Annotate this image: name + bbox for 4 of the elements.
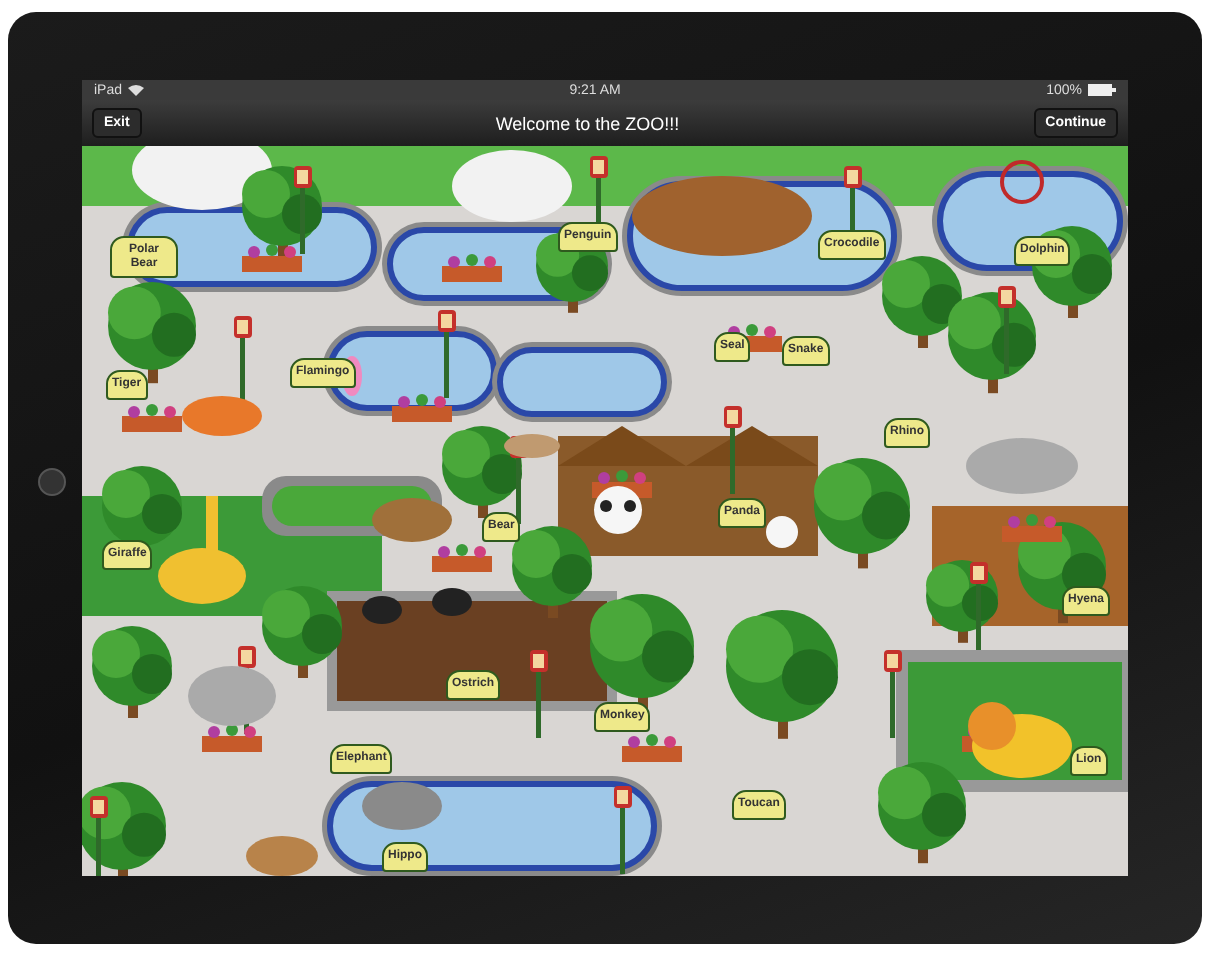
camera-icon <box>38 468 66 496</box>
battery-icon <box>1087 84 1116 96</box>
nav-title: Welcome to the ZOO!!! <box>495 113 680 133</box>
wifi-icon <box>128 84 145 96</box>
